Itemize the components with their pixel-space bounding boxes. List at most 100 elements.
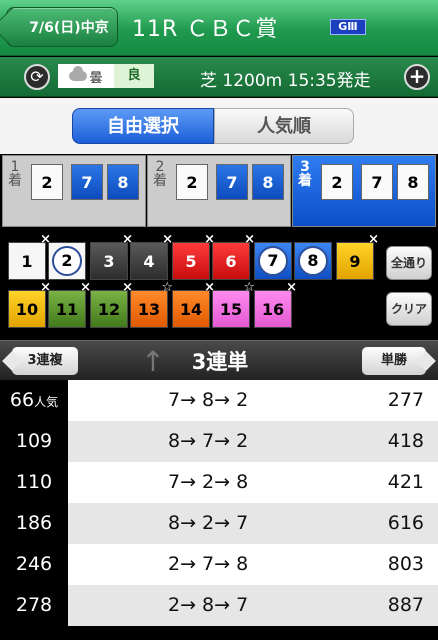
horse-number: 1: [21, 252, 33, 271]
result-row[interactable]: 110 7→ 2→ 8 421: [0, 462, 438, 503]
popularity-rank: 278: [0, 585, 68, 626]
rank-value: 66: [9, 389, 35, 411]
pick-3rd-c: 8: [397, 164, 429, 200]
finish-3rd-panel[interactable]: 3着 2 7 8: [292, 155, 436, 227]
combination: 8→ 2→ 7: [168, 512, 249, 534]
finish-2nd-panel[interactable]: 2着 2 7 8: [147, 155, 291, 227]
arrow-up-icon: ↑: [141, 345, 165, 378]
combination: 7→ 8→ 2: [168, 389, 249, 411]
odds: 616: [387, 512, 424, 534]
combination: 2→ 7→ 8: [168, 553, 249, 575]
pick-2nd-c: 8: [252, 164, 284, 200]
next-bet-type-label: 単勝: [380, 353, 407, 368]
horse-button-9[interactable]: 9 ×: [336, 233, 379, 280]
result-body: 2→ 7→ 8 803: [68, 544, 438, 585]
track-condition: 良: [114, 64, 154, 88]
pick-2nd-a: 2: [176, 164, 208, 200]
selected-circle-icon: 7: [258, 246, 288, 276]
reload-icon[interactable]: ⟳: [24, 64, 50, 90]
horse-number: 9: [349, 252, 361, 271]
rank-value: 109: [15, 430, 53, 452]
popularity-rank: 246: [0, 544, 68, 585]
tab-free-selection[interactable]: 自由選択: [72, 108, 214, 144]
popularity-rank: 110: [0, 462, 68, 503]
finish-1st-panel[interactable]: 1着 2 7 8: [2, 155, 146, 227]
weather-indicator: 曇: [58, 64, 114, 88]
grade-badge: GⅢ: [330, 19, 366, 35]
race-info-text: 芝 1200m 15:35発走: [200, 71, 371, 91]
bet-type-title: 3連単: [191, 350, 249, 374]
horse-button-14[interactable]: 14 ×: [172, 281, 215, 328]
odds: 887: [387, 594, 424, 616]
tab-popularity[interactable]: 人気順: [214, 108, 354, 144]
next-bet-type-button[interactable]: 単勝: [362, 347, 426, 375]
horse-button-7[interactable]: 7: [254, 242, 292, 280]
horse-button-10[interactable]: 10 ×: [8, 281, 51, 328]
selection-mode-area: 自由選択 人気順: [0, 98, 438, 154]
place-label-2nd: 2着: [153, 159, 167, 189]
odds: 418: [387, 430, 424, 452]
horse-number: 5: [185, 252, 197, 271]
odds: 803: [387, 553, 424, 575]
selected-circle-icon: 8: [298, 246, 328, 276]
odds: 421: [387, 471, 424, 493]
place-label-1st: 1着: [8, 159, 22, 189]
rank-value: 110: [15, 471, 53, 493]
horse-number: 2: [61, 251, 73, 270]
horse-grid: 1 × 2 3 × 4 × 5 × 6 × 7 8 9 × 10 × 11 × 12 × 13 ☆ …: [0, 228, 438, 340]
pick-1st-b: 7: [71, 164, 103, 200]
results-list: 66人気 7→ 8→ 2 277 109 8→ 7→ 2 418 110 7→ …: [0, 380, 438, 640]
horse-button-5[interactable]: 5 ×: [172, 233, 215, 280]
horse-button-6[interactable]: 6 ×: [212, 233, 255, 280]
popularity-rank: 109: [0, 421, 68, 462]
pick-3rd-a: 2: [321, 164, 353, 200]
cloud-icon: [69, 66, 88, 81]
back-button[interactable]: 7/6(日)中京: [6, 7, 118, 47]
horse-number: 4: [143, 252, 155, 271]
bet-type-bar: 3連複 ↑ 3連単 単勝: [0, 340, 438, 380]
result-row[interactable]: 246 2→ 7→ 8 803: [0, 544, 438, 585]
pick-1st-c: 8: [107, 164, 139, 200]
rank-suffix: 人気: [34, 395, 59, 409]
combination: 7→ 2→ 8: [168, 471, 249, 493]
result-row[interactable]: 186 8→ 2→ 7 616: [0, 503, 438, 544]
horse-number: 8: [307, 251, 319, 270]
horse-number: 10: [15, 300, 39, 319]
race-info-bar: ⟳ 曇 良 芝 1200m 15:35発走 +: [0, 57, 438, 97]
clear-button[interactable]: クリア: [386, 292, 432, 326]
header-bar: 7/6(日)中京 11R ＣＢＣ賞 GⅢ: [0, 0, 438, 56]
horse-button-13[interactable]: 13 ☆: [130, 281, 173, 328]
popularity-rank: 186: [0, 503, 68, 544]
horse-number: 14: [179, 300, 203, 319]
result-row[interactable]: 109 8→ 7→ 2 418: [0, 421, 438, 462]
horse-button-1[interactable]: 1 ×: [8, 233, 51, 280]
result-body: 2→ 8→ 7 887: [68, 585, 438, 626]
result-body: 7→ 8→ 2 277: [68, 380, 438, 421]
combination: 8→ 7→ 2: [168, 430, 249, 452]
prev-bet-type-label: 3連複: [27, 353, 63, 368]
horse-number: 6: [225, 252, 237, 271]
rank-value: 186: [15, 512, 53, 534]
horse-button-4[interactable]: 4 ×: [130, 233, 173, 280]
horse-button-11[interactable]: 11 ×: [48, 281, 91, 328]
horse-button-2[interactable]: 2: [48, 242, 86, 280]
result-row[interactable]: 66人気 7→ 8→ 2 277: [0, 380, 438, 421]
horse-number: 15: [219, 300, 243, 319]
horse-button-16[interactable]: 16 ×: [254, 281, 297, 328]
select-all-button[interactable]: 全通り: [386, 246, 432, 280]
race-title: 11R ＣＢＣ賞: [132, 17, 279, 42]
horse-button-8[interactable]: 8: [294, 242, 332, 280]
horse-button-12[interactable]: 12 ×: [90, 281, 133, 328]
horse-button-15[interactable]: 15 ☆: [212, 281, 255, 328]
odds: 277: [387, 389, 424, 411]
result-row[interactable]: 278 2→ 8→ 7 887: [0, 585, 438, 626]
weather-label: 曇: [89, 70, 103, 86]
add-icon[interactable]: +: [404, 64, 430, 90]
prev-bet-type-button[interactable]: 3連複: [12, 347, 78, 375]
horse-number: 13: [137, 300, 161, 319]
rank-value: 278: [15, 594, 53, 616]
horse-number: 7: [267, 251, 279, 270]
horse-button-3[interactable]: 3 ×: [90, 233, 133, 280]
place-label-3rd: 3着: [298, 159, 312, 189]
popularity-rank: 66人気: [0, 380, 68, 421]
